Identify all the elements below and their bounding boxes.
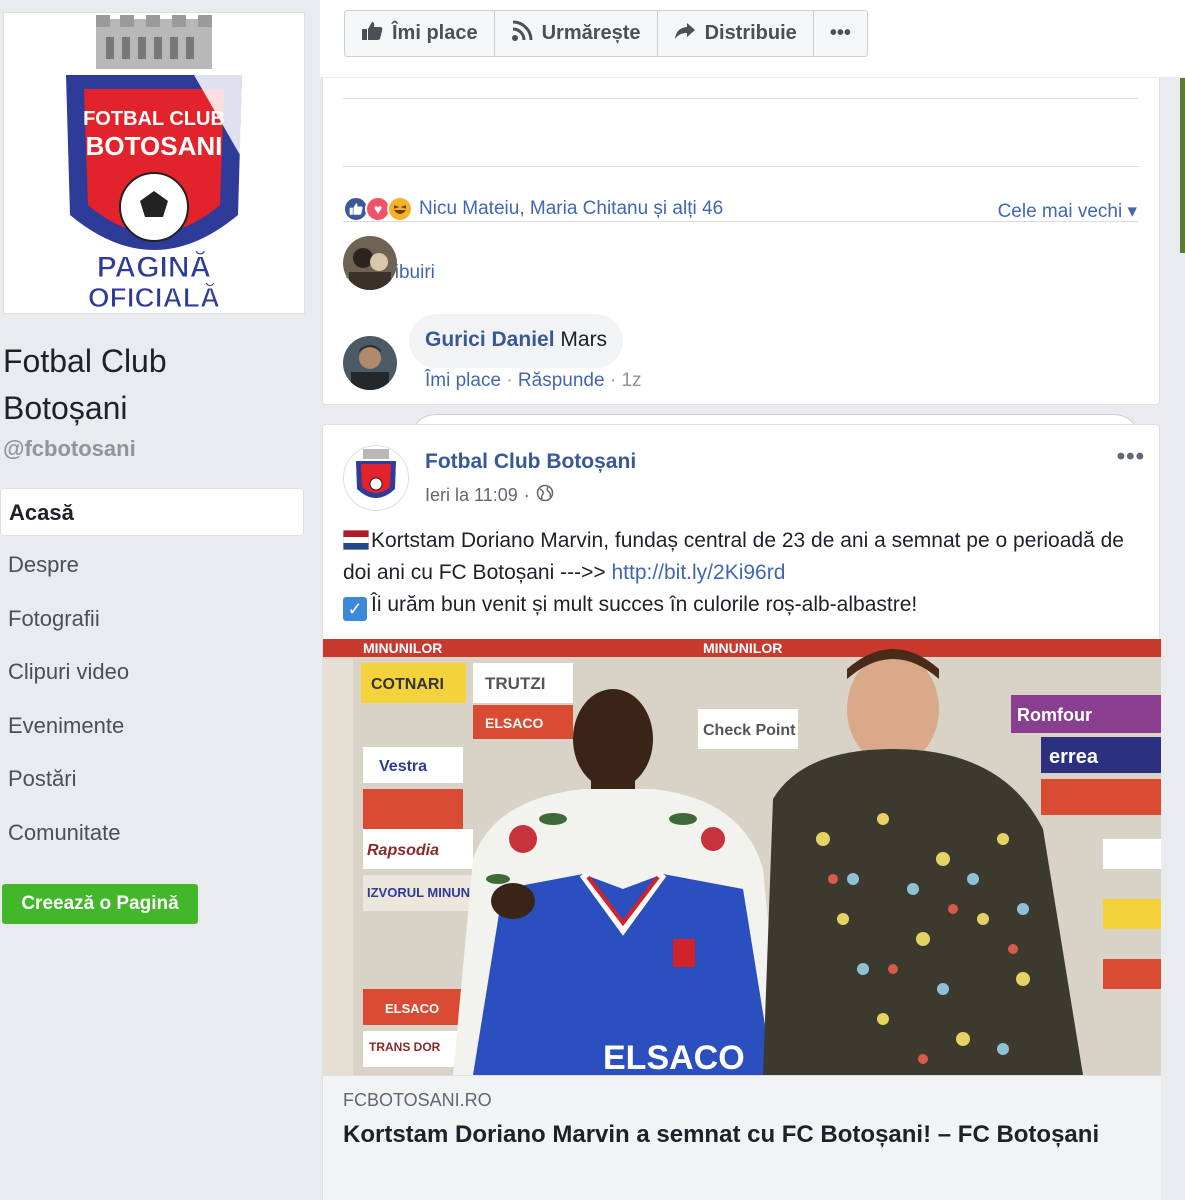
globe-icon	[536, 484, 554, 507]
crest-text-2: BOTOSANI	[86, 131, 223, 161]
post-author-name[interactable]: Fotbal Club Botoșani	[425, 450, 636, 474]
thumbs-up-icon	[361, 21, 383, 47]
right-column-image-fragment	[1180, 78, 1185, 253]
svg-text:ELSACO: ELSACO	[603, 1039, 745, 1075]
commenter-avatar[interactable]	[343, 236, 397, 290]
post-link[interactable]: http://bit.ly/2Ki96rd	[611, 561, 785, 584]
page-action-bar: Îmi place Urmărește Distribuie •••	[320, 0, 1185, 77]
comment-actions: Îmi place · Răspunde · 1z	[425, 370, 642, 391]
link-preview-title[interactable]: Kortstam Doriano Marvin a semnat cu FC B…	[343, 1118, 1123, 1152]
link-preview-domain: FCBOTOSANI.RO	[343, 1090, 492, 1110]
post-time-text: Ieri la 11:09	[425, 485, 518, 505]
nav-item-events[interactable]: Evenimente	[0, 702, 304, 756]
link-preview[interactable]: FCBOTOSANI.RO Kortstam Doriano Marvin a …	[323, 1075, 1161, 1200]
nav-item-community[interactable]: Comunitate	[0, 809, 304, 863]
left-column: FOTBAL CLUB BOTOSANI PAGINĂ OFICIALĂ Fot…	[0, 0, 310, 1200]
more-options-button[interactable]: •••	[814, 11, 867, 56]
post-timestamp[interactable]: Ieri la 11:09 ·	[425, 484, 554, 507]
crest-text-3: PAGINĂ	[97, 250, 211, 284]
wall-text: TRUTZI	[485, 674, 545, 693]
wall-text: ELSACO	[485, 715, 543, 731]
haha-reaction-icon	[387, 196, 413, 222]
share-page-button[interactable]: Distribuie	[658, 11, 814, 56]
comment-sort-dropdown[interactable]: Cele mai vechi ▾	[998, 200, 1137, 223]
crest-text-1: FOTBAL CLUB	[83, 108, 225, 130]
comment-like-link[interactable]: Îmi place	[425, 370, 501, 391]
more-dots-icon: •••	[829, 22, 851, 44]
post-options-button[interactable]: •••	[1117, 443, 1145, 471]
wall-text: Romfour	[1017, 705, 1092, 725]
wall-text: errea	[1049, 746, 1099, 768]
rss-icon	[511, 20, 533, 48]
follow-page-label: Urmărește	[541, 22, 641, 44]
netherlands-flag-icon	[342, 528, 370, 551]
post-body: Kortstam Doriano Marvin, fundaș central …	[342, 525, 1133, 621]
nav-item-photos[interactable]: Fotografii	[0, 595, 304, 649]
divider	[343, 98, 1139, 99]
current-user-avatar[interactable]	[343, 336, 397, 390]
wall-text: COTNARI	[371, 676, 444, 693]
nav-item-home[interactable]: Acasă	[0, 488, 304, 536]
follow-page-button[interactable]: Urmărește	[495, 11, 658, 56]
page-nav: Acasă Despre Fotografii Clipuri video Ev…	[0, 488, 304, 862]
post-text-line2: Îi urăm bun venit și mult succes în culo…	[371, 593, 918, 616]
page-profile-picture[interactable]: FOTBAL CLUB BOTOSANI PAGINĂ OFICIALĂ	[3, 12, 305, 314]
comment-author[interactable]: Gurici Daniel	[425, 328, 555, 351]
wall-text: MINUNILOR	[363, 640, 442, 656]
divider	[343, 221, 1139, 222]
page-title[interactable]: Fotbal Club Botoșani	[3, 338, 293, 432]
wall-text: MINUNILOR	[703, 640, 782, 656]
nav-item-posts[interactable]: Postări	[0, 755, 304, 809]
post-card: Fotbal Club Botoșani Ieri la 11:09 · •••…	[322, 424, 1161, 1200]
reactors-names[interactable]: Nicu Mateiu, Maria Chitanu și alți 46	[419, 198, 723, 220]
action-button-group: Îmi place Urmărește Distribuie •••	[344, 10, 868, 57]
crest-text-4: OFICIALĂ	[88, 282, 220, 311]
comment-bubble: Gurici Daniel Mars	[409, 314, 624, 368]
like-page-label: Îmi place	[392, 22, 478, 44]
page-handle[interactable]: @fcbotosani	[3, 436, 136, 462]
post-author-avatar[interactable]	[343, 445, 409, 511]
comment-text: Mars	[560, 328, 608, 351]
comment-time[interactable]: 1z	[621, 370, 641, 391]
player-signing-photo: MINUNILOR MINUNILOR COTNARI TRUTZI ELSAC…	[323, 639, 1161, 1075]
share-page-label: Distribuie	[704, 22, 797, 44]
wall-text: TRANS DOR	[369, 1040, 441, 1054]
wall-text: ELSACO	[385, 1001, 439, 1016]
post-card-previous: ♥ Nicu Mateiu, Maria Chitanu și alți 46 …	[322, 78, 1160, 469]
post-image[interactable]: MINUNILOR MINUNILOR COTNARI TRUTZI ELSAC…	[323, 639, 1161, 1075]
nav-item-about[interactable]: Despre	[0, 541, 304, 595]
comment-reply-link[interactable]: Răspunde	[518, 370, 605, 391]
reactions-summary[interactable]: ♥ Nicu Mateiu, Maria Chitanu și alți 46	[343, 196, 723, 222]
share-arrow-icon	[674, 22, 696, 46]
club-crest-logo: FOTBAL CLUB BOTOSANI PAGINĂ OFICIALĂ	[66, 15, 242, 311]
wall-text: Rapsodia	[367, 842, 439, 859]
nav-item-videos[interactable]: Clipuri video	[0, 648, 304, 702]
checkmark-icon: ✓	[343, 597, 367, 621]
create-page-button[interactable]: Creează o Pagină	[2, 884, 198, 924]
like-page-button[interactable]: Îmi place	[345, 11, 495, 56]
wall-text: Vestra	[379, 758, 427, 775]
wall-text: Check Point	[703, 722, 796, 739]
divider	[343, 166, 1139, 167]
